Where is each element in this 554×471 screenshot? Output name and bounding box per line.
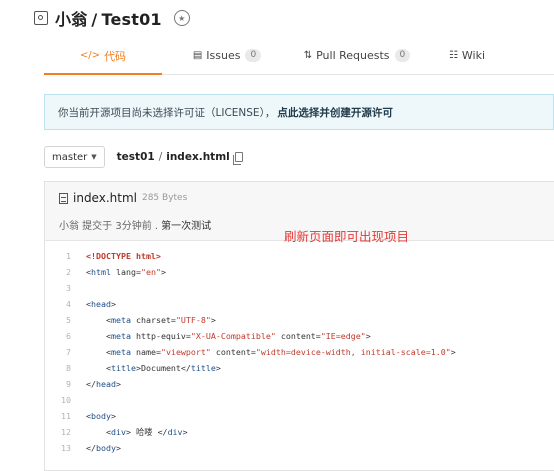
code-line: 9 </head> <box>45 376 121 392</box>
line-number: 12 <box>61 427 71 437</box>
wiki-icon: ☷ <box>448 50 458 61</box>
code-line: 5 <meta charset="UTF-8"> <box>45 312 216 328</box>
tab-code[interactable]: </> 代码 <box>44 38 162 75</box>
repo-tabs: </> 代码 ▤ Issues 0 ⇅ Pull Requests 0 ☷ Wi… <box>44 38 554 75</box>
breadcrumb-repo-link[interactable]: test01 <box>117 151 155 163</box>
tab-code-label: 代码 <box>104 49 127 63</box>
tab-issues-label: Issues <box>206 49 241 62</box>
line-number: 8 <box>66 363 71 373</box>
repo-owner-link[interactable]: 小翁 <box>55 10 87 29</box>
line-code: <title>Document</title> <box>86 363 221 373</box>
caret-down-icon: ▼ <box>91 153 97 161</box>
line-code: <head> <box>86 299 116 309</box>
line-code: <meta http-equiv="X-UA-Compatible" conte… <box>86 331 371 341</box>
code-line: 8 <title>Document</title> <box>45 360 221 376</box>
tab-pull-requests[interactable]: ⇅ Pull Requests 0 <box>292 38 422 73</box>
line-number: 13 <box>61 443 71 453</box>
license-notice: 你当前开源项目尚未选择许可证（LICENSE）， 点此选择并创建开源许可 <box>44 94 554 130</box>
recommend-badge-icon[interactable]: ★ <box>173 10 190 26</box>
line-code: <html lang="en"> <box>86 267 166 277</box>
code-line: 13 </body> <box>45 440 121 456</box>
line-number: 5 <box>66 315 71 325</box>
code-line: 4 <head> <box>45 296 116 312</box>
code-line: 10 <box>45 392 86 408</box>
line-number: 10 <box>61 395 71 405</box>
line-number: 7 <box>66 347 71 357</box>
pull-requests-count-badge: 0 <box>394 49 411 62</box>
tab-wiki-label: Wiki <box>461 49 486 62</box>
code-line: 7 <meta name="viewport" content="width=d… <box>45 344 456 360</box>
code-line: 12 <div> 哈喽 </div> <box>45 424 188 440</box>
branch-select[interactable]: master ▼ <box>44 146 105 168</box>
pull-request-icon: ⇅ <box>303 50 313 61</box>
commit-message-link[interactable]: 第一次测试 <box>161 221 211 232</box>
code-line: 2 <html lang="en"> <box>45 264 166 280</box>
file-size: 285 Bytes <box>141 193 188 203</box>
line-number: 2 <box>66 267 71 277</box>
copy-icon[interactable] <box>232 152 243 165</box>
line-code: <div> 哈喽 </div> <box>86 427 188 437</box>
repo-name-link[interactable]: Test01 <box>101 10 161 29</box>
code-line: 1 <!DOCTYPE html> <box>45 248 161 264</box>
repository-icon <box>34 11 48 25</box>
issues-count-badge: 0 <box>245 49 262 62</box>
line-code: <meta name="viewport" content="width=dev… <box>86 347 456 357</box>
branch-select-value: master <box>52 151 88 163</box>
line-number: 6 <box>66 331 71 341</box>
file-icon <box>59 192 68 204</box>
line-code: </body> <box>86 443 121 453</box>
file-viewer: index.html 285 Bytes 小翁 提交于 3分钟前 . 第一次测试 … <box>44 181 554 471</box>
tab-wiki[interactable]: ☷ Wiki <box>422 38 512 73</box>
code-line: 6 <meta http-equiv="X-UA-Compatible" con… <box>45 328 371 344</box>
license-notice-text: 你当前开源项目尚未选择许可证（LICENSE）， <box>58 106 276 119</box>
repo-title: 小翁 / Test01 <box>55 6 162 30</box>
repo-separator: / <box>91 10 98 29</box>
line-code: <!DOCTYPE html> <box>86 251 161 261</box>
repo-header: 小翁 / Test01 ★ <box>34 4 190 32</box>
issues-icon: ▤ <box>192 50 203 61</box>
annotation-text: 刷新页面即可出现项目 <box>284 229 410 244</box>
code-line: 11 <body> <box>45 408 116 424</box>
commit-meta: 小翁 提交于 3分钟前 . <box>59 221 159 232</box>
tab-pull-requests-label: Pull Requests <box>316 49 390 62</box>
commit-info: 小翁 提交于 3分钟前 . 第一次测试 <box>59 217 211 232</box>
line-code: <meta charset="UTF-8"> <box>86 315 216 325</box>
code-line: 3 <box>45 280 86 296</box>
line-number: 3 <box>66 283 71 293</box>
line-code: <body> <box>86 411 116 421</box>
tab-issues[interactable]: ▤ Issues 0 <box>162 38 292 73</box>
line-code: </head> <box>86 379 121 389</box>
file-title-row: index.html 285 Bytes <box>59 191 187 205</box>
breadcrumb: test01 / index.html <box>117 151 243 165</box>
file-name: index.html <box>73 191 137 205</box>
line-number: 11 <box>61 411 71 421</box>
breadcrumb-separator: / <box>158 151 163 163</box>
line-number: 9 <box>66 379 71 389</box>
line-number: 4 <box>66 299 71 309</box>
branch-path-row: master ▼ test01 / index.html <box>44 145 243 169</box>
code-icon: </> <box>79 50 101 61</box>
line-number: 1 <box>66 251 71 261</box>
create-license-link[interactable]: 点此选择并创建开源许可 <box>277 105 393 120</box>
breadcrumb-file: index.html <box>166 151 230 163</box>
